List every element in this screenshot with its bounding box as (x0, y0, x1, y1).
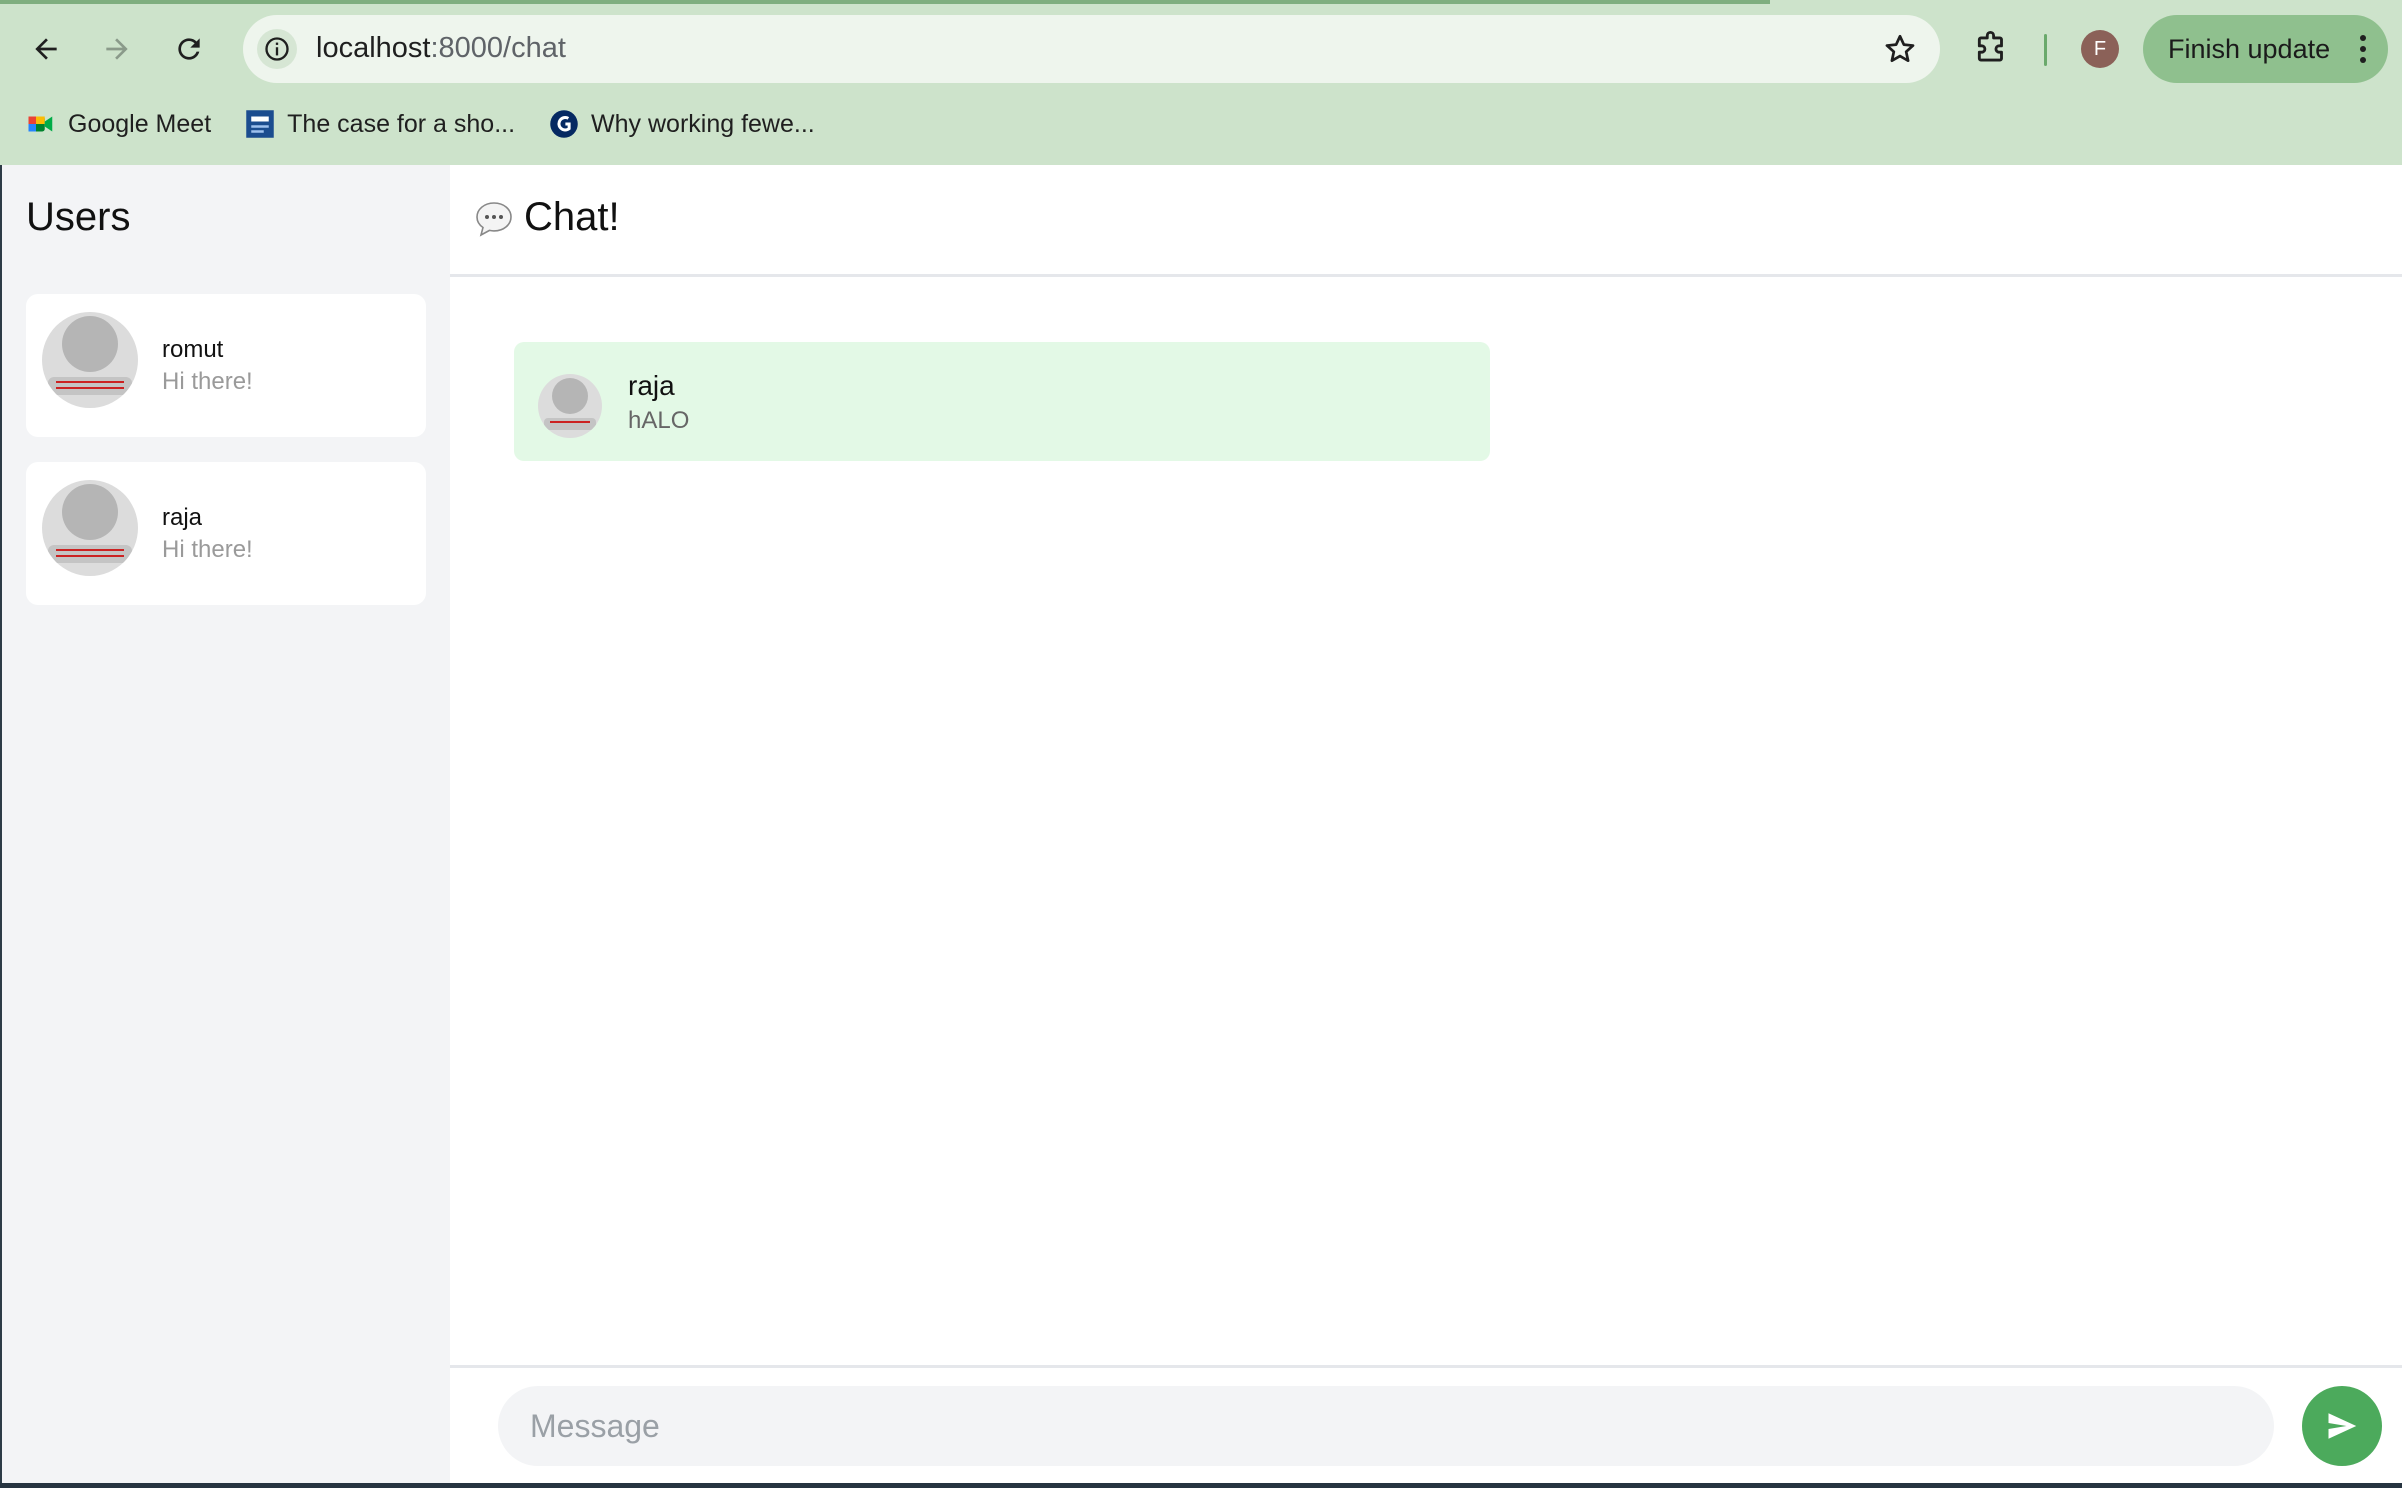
toolbar-separator (2044, 34, 2047, 66)
reload-icon (178, 38, 200, 60)
url-host: localhost (316, 32, 431, 64)
url-text[interactable]: localhost:8000/chat (316, 32, 566, 65)
forward-button[interactable] (94, 26, 140, 72)
user-last-message: Hi there! (162, 368, 253, 395)
tab-strip-edge (0, 0, 1770, 4)
user-card-raja[interactable]: raja Hi there! (26, 462, 426, 605)
finish-update-button[interactable]: Finish update (2143, 15, 2388, 83)
user-name: raja (162, 504, 203, 531)
bookmark-label: Why working fewe... (591, 109, 815, 138)
user-avatar (42, 312, 138, 408)
back-button[interactable] (23, 26, 69, 72)
google-meet-icon (26, 109, 56, 139)
user-last-message: Hi there! (162, 536, 253, 563)
chat-panel: Chat! raja hALO (450, 165, 2402, 1483)
message-avatar (538, 374, 602, 438)
chat-app: Users romut Hi there! raja Hi there! Cha… (2, 165, 2402, 1483)
reload-button[interactable] (166, 26, 212, 72)
bbc-worklife-icon (245, 109, 275, 139)
user-name: romut (162, 336, 224, 363)
bookmark-label: The case for a sho... (287, 109, 516, 138)
bookmark-item[interactable]: Why working fewe... (549, 109, 815, 139)
chat-header: Chat! (450, 165, 2402, 277)
address-bar[interactable]: localhost:8000/chat (243, 15, 1940, 83)
message-text: hALO (628, 407, 690, 434)
speech-bubble-icon (476, 202, 512, 237)
extensions-icon[interactable] (1973, 30, 2011, 68)
more-menu-icon[interactable] (2360, 35, 2366, 63)
user-card-romut[interactable]: romut Hi there! (26, 294, 426, 437)
url-path: :8000/chat (430, 32, 566, 64)
sidebar-title: Users (26, 195, 131, 239)
finish-update-label: Finish update (2168, 33, 2331, 64)
message-sender: raja (628, 370, 675, 401)
site-info-icon[interactable] (257, 29, 297, 69)
user-avatar (42, 480, 138, 576)
message-input[interactable] (498, 1386, 2274, 1466)
profile-avatar[interactable]: F (2081, 30, 2119, 68)
bookmark-star-icon[interactable] (1882, 31, 1918, 67)
users-sidebar: Users romut Hi there! raja Hi there! (2, 165, 450, 1483)
chat-title: Chat! (524, 195, 620, 239)
bookmark-item[interactable]: The case for a sho... (245, 109, 515, 139)
browser-chrome: localhost:8000/chat F Finish update Goog… (0, 0, 2402, 165)
bookmark-label: Google Meet (68, 109, 212, 138)
message-composer (450, 1365, 2402, 1483)
send-button[interactable] (2302, 1386, 2382, 1466)
desktop-background (0, 1483, 2402, 1488)
arrow-right-icon (106, 38, 128, 60)
guardian-icon (549, 109, 579, 139)
arrow-left-icon (35, 38, 57, 60)
chat-message: raja hALO (514, 342, 1490, 461)
bookmarks-bar: Google Meet The case for a sho... Why wo… (0, 100, 815, 148)
bookmark-item[interactable]: Google Meet (26, 109, 211, 139)
send-icon (2328, 1413, 2357, 1439)
